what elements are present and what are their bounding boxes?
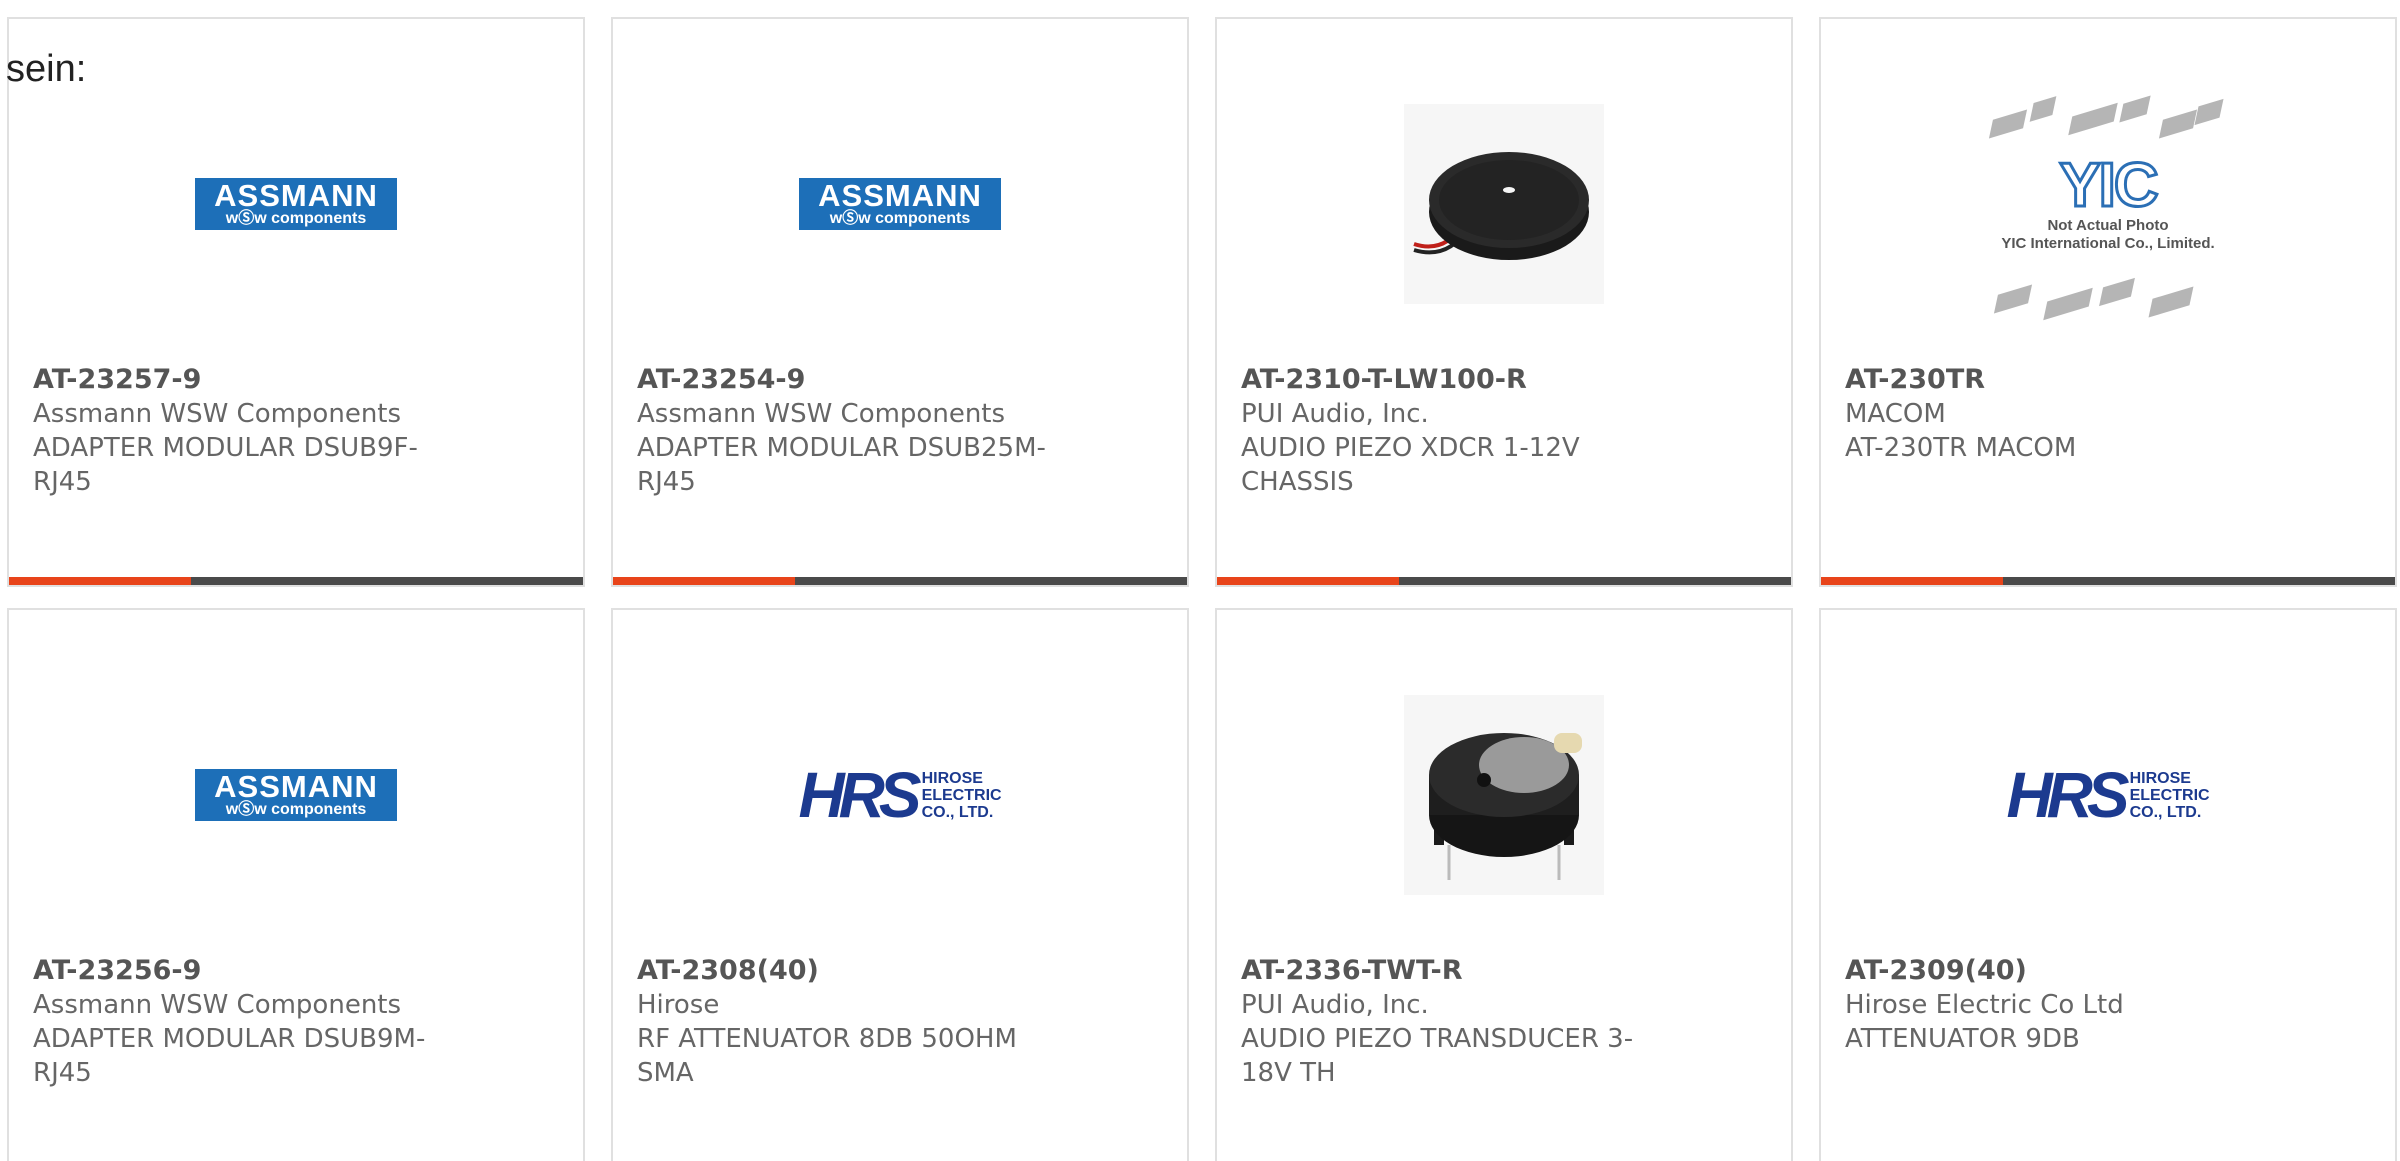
product-grid-page: sein: ASSMANN wⓈw components AT-23257-9 … — [0, 0, 2400, 1161]
product-card[interactable]: HRS HIROSE ELECTRIC CO., LTD. AT-2308(40… — [611, 608, 1189, 1161]
piezo-disc-photo — [1404, 104, 1604, 304]
description: ADAPTER MODULAR DSUB25M-RJ45 — [637, 433, 1046, 497]
assmann-logo: ASSMANN wⓈw components — [195, 769, 397, 821]
yic-placeholder-image: YIC Not Actual Photo YIC International C… — [1973, 84, 2243, 324]
intro-text: sein: — [6, 48, 87, 90]
manufacturer: Hirose — [637, 990, 720, 1020]
part-number-link[interactable]: AT-2310-T-LW100-R — [1241, 364, 1527, 395]
product-image[interactable]: ASSMANN wⓈw components — [613, 89, 1187, 319]
description: ADAPTER MODULAR DSUB9M-RJ45 — [33, 1024, 426, 1088]
description: AUDIO PIEZO TRANSDUCER 3-18V TH — [1241, 1024, 1634, 1088]
product-image[interactable]: YIC Not Actual Photo YIC International C… — [1821, 89, 2395, 321]
product-card[interactable]: HRS HIROSE ELECTRIC CO., LTD. AT-2309(40… — [1819, 608, 2397, 1161]
part-number-link[interactable]: AT-230TR — [1845, 364, 1985, 395]
hirose-logo: HRS HIROSE ELECTRIC CO., LTD. — [2006, 759, 2210, 831]
manufacturer: PUI Audio, Inc. — [1241, 399, 1429, 429]
product-image[interactable] — [1217, 89, 1791, 319]
product-card[interactable]: ASSMANN wⓈw components AT-23257-9 Assman… — [7, 17, 585, 587]
product-card[interactable]: ASSMANN wⓈw components AT-23254-9 Assman… — [611, 17, 1189, 587]
assmann-logo: ASSMANN wⓈw components — [195, 178, 397, 230]
manufacturer: Hirose Electric Co Ltd — [1845, 990, 2124, 1020]
product-image[interactable]: ASSMANN wⓈw components — [9, 680, 583, 910]
card-accent-bar — [613, 577, 1187, 585]
product-card[interactable]: AT-2336-TWT-R PUI Audio, Inc. AUDIO PIEZ… — [1215, 608, 1793, 1161]
part-number-link[interactable]: AT-23256-9 — [33, 955, 201, 986]
manufacturer: Assmann WSW Components — [33, 399, 402, 429]
manufacturer: Assmann WSW Components — [637, 399, 1006, 429]
card-accent-bar — [1821, 577, 2395, 585]
product-image[interactable] — [1217, 680, 1791, 910]
part-number-link[interactable]: AT-2309(40) — [1845, 955, 2027, 986]
part-number-link[interactable]: AT-23257-9 — [33, 364, 201, 395]
description: ATTENUATOR 9DB — [1845, 1024, 2080, 1054]
piezo-buzzer-photo — [1404, 695, 1604, 895]
product-image[interactable]: ASSMANN wⓈw components — [9, 89, 583, 319]
description: RF ATTENUATOR 8DB 50OHM SMA — [637, 1024, 1017, 1088]
part-number-link[interactable]: AT-2336-TWT-R — [1241, 955, 1462, 986]
assmann-logo: ASSMANN wⓈw components — [799, 178, 1001, 230]
manufacturer: Assmann WSW Components — [33, 990, 402, 1020]
product-card[interactable]: YIC Not Actual Photo YIC International C… — [1819, 17, 2397, 587]
manufacturer: PUI Audio, Inc. — [1241, 990, 1429, 1020]
hirose-logo: HRS HIROSE ELECTRIC CO., LTD. — [798, 759, 1002, 831]
product-card[interactable]: ASSMANN wⓈw components AT-23256-9 Assman… — [7, 608, 585, 1161]
product-image[interactable]: HRS HIROSE ELECTRIC CO., LTD. — [613, 680, 1187, 910]
card-accent-bar — [1217, 577, 1791, 585]
part-number-link[interactable]: AT-23254-9 — [637, 364, 805, 395]
card-accent-bar — [9, 577, 583, 585]
description: AUDIO PIEZO XDCR 1-12V CHASSIS — [1241, 433, 1580, 497]
part-number-link[interactable]: AT-2308(40) — [637, 955, 819, 986]
product-card[interactable]: AT-2310-T-LW100-R PUI Audio, Inc. AUDIO … — [1215, 17, 1793, 587]
description: AT-230TR MACOM — [1845, 433, 2077, 463]
manufacturer: MACOM — [1845, 399, 1946, 429]
description: ADAPTER MODULAR DSUB9F-RJ45 — [33, 433, 418, 497]
product-image[interactable]: HRS HIROSE ELECTRIC CO., LTD. — [1821, 680, 2395, 910]
